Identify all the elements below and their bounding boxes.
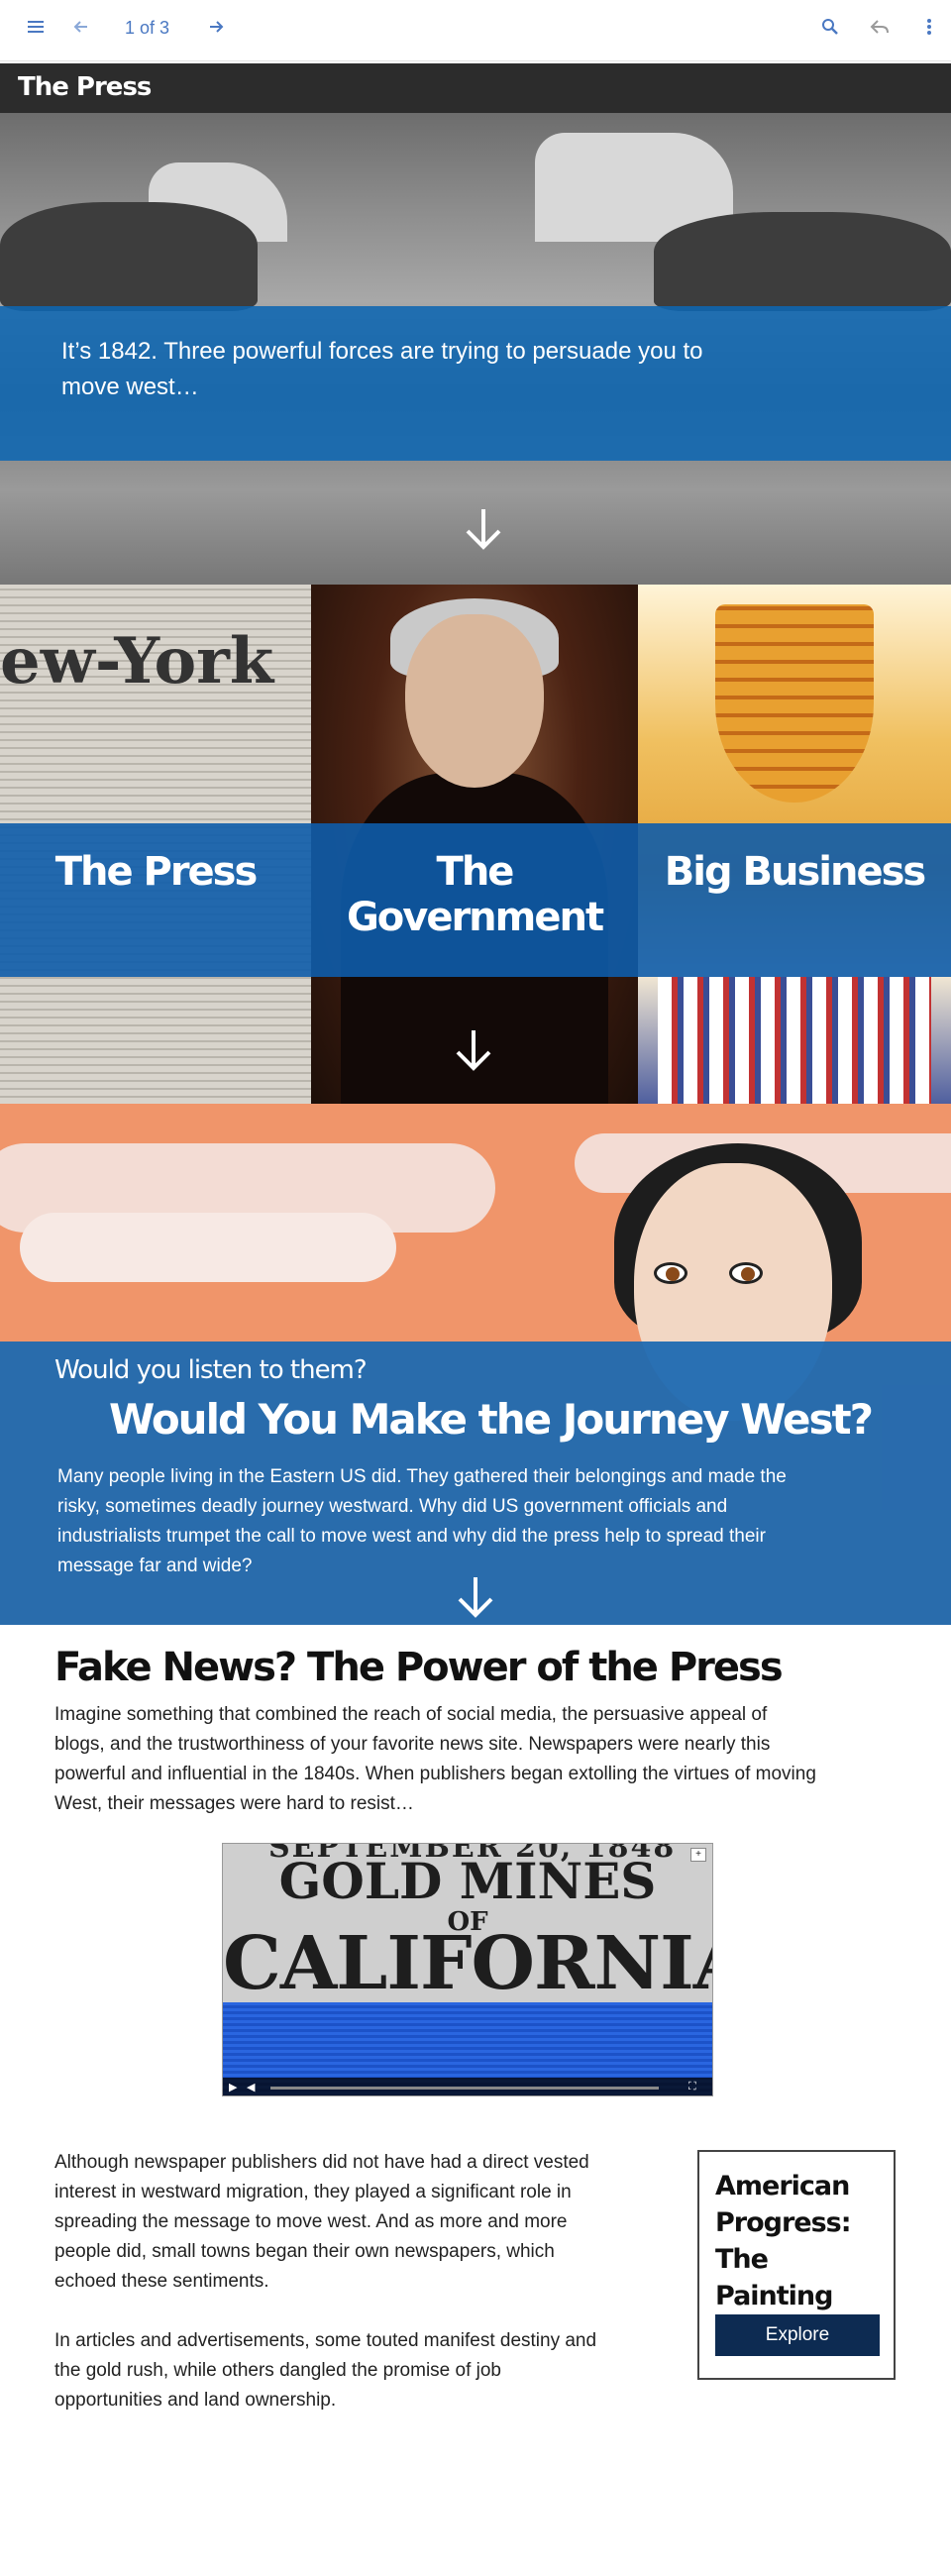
arrow-right-icon[interactable] (202, 17, 230, 45)
panel-label: The Press (54, 849, 259, 895)
page-title: The Press (18, 72, 152, 102)
video-progress-bar[interactable] (270, 2087, 659, 2090)
journey-title: Would You Make the Journey West? (109, 1395, 874, 1444)
list-icon[interactable] (22, 17, 50, 45)
video-player[interactable]: SEPTEMBER 20, 1848 GOLD MINES OF CALIFOR… (222, 1843, 713, 2096)
journey-body: Many people living in the Eastern US did… (57, 1466, 787, 1576)
card-title: American Progress: The Painting (715, 2171, 852, 2311)
explore-button[interactable]: Explore (715, 2314, 880, 2356)
page-indicator: 1 of 3 (125, 18, 170, 38)
newspaper-masthead: ew-York (0, 624, 274, 698)
video-controls: ▶ ◀ ⛶ (223, 2078, 712, 2095)
title-bar: The Press (0, 63, 951, 113)
portrait-face (405, 614, 544, 788)
fullscreen-icon[interactable]: ⛶ (688, 2081, 696, 2093)
video-headline: GOLD MINES (278, 1852, 657, 1910)
forces-panels: ew-York The Press The Government Big Bus… (0, 585, 951, 1104)
caricature-robe (658, 977, 931, 1104)
article-paragraph: In articles and advertisements, some tou… (54, 2330, 597, 2411)
hero-section: It’s 1842. Three powerful forces are try… (0, 113, 951, 585)
railroad-crown-illustration (715, 604, 874, 803)
journey-band: Would you listen to them? Would You Make… (0, 1342, 951, 1625)
search-icon[interactable] (816, 17, 844, 45)
arrow-left-icon[interactable] (67, 17, 95, 45)
panel-band: The Government (311, 823, 638, 977)
panel-label: The Government (346, 849, 604, 940)
journey-section: Would you listen to them? Would You Make… (0, 1104, 951, 1625)
top-toolbar: 1 of 3 (0, 0, 951, 61)
play-icon[interactable]: ▶ (229, 2081, 237, 2093)
reply-icon[interactable] (866, 17, 894, 45)
journey-question: Would you listen to them? (54, 1355, 368, 1385)
video-headline-california: CALIFORNIA! (223, 1921, 712, 2006)
panel-label: Big Business (664, 849, 926, 895)
panel-band: The Press (0, 823, 311, 977)
horses-image (0, 202, 258, 311)
expand-icon[interactable]: + (690, 1848, 706, 1862)
arrow-down-icon[interactable] (456, 1575, 495, 1619)
sidebar-card: American Progress: The Painting Explore (697, 2150, 896, 2380)
panel-big-business[interactable]: Big Business (638, 585, 951, 1104)
article-heading: Fake News? The Power of the Press (54, 1645, 784, 1690)
hero-intro-band: It’s 1842. Three powerful forces are try… (0, 306, 951, 461)
article-intro: Imagine something that combined the reac… (54, 1704, 816, 1814)
eye-illustration (729, 1262, 763, 1284)
settlers-image (654, 212, 951, 311)
cloud-shape (20, 1213, 396, 1282)
volume-icon[interactable]: ◀ (247, 2081, 255, 2093)
panel-the-government[interactable]: The Government (311, 585, 638, 1104)
arrow-down-icon[interactable] (454, 1028, 493, 1072)
panel-band: Big Business (638, 823, 951, 977)
more-vertical-icon[interactable] (915, 17, 943, 45)
arrow-down-icon[interactable] (464, 507, 503, 551)
hero-intro-text: It’s 1842. Three powerful forces are try… (61, 338, 703, 400)
article-paragraph: Although newspaper publishers did not ha… (54, 2152, 589, 2292)
eye-illustration (654, 1262, 687, 1284)
panel-the-press[interactable]: ew-York The Press (0, 585, 311, 1104)
